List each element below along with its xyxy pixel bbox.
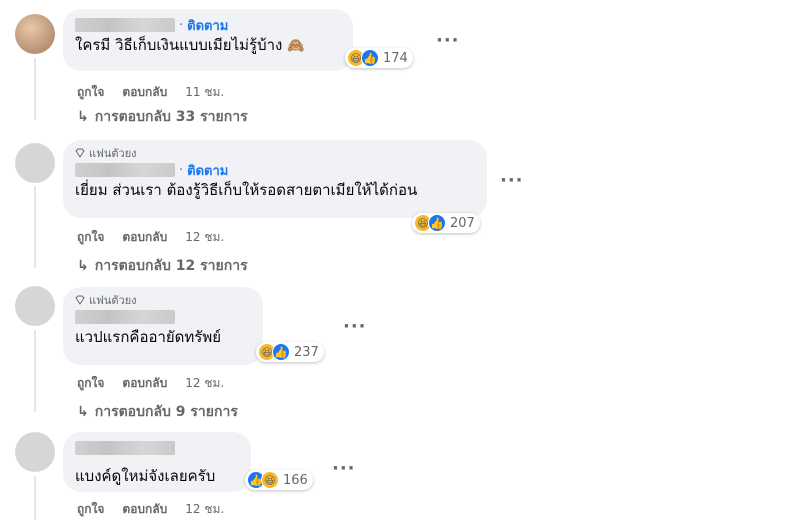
timestamp[interactable]: 12 ชม.	[185, 228, 224, 247]
author-name[interactable]	[75, 18, 175, 32]
reaction-count: 166	[283, 472, 308, 488]
avatar[interactable]	[15, 143, 55, 183]
like-reaction-icon: 👍	[428, 214, 446, 232]
comment-actions: ถูกใจ ตอบกลับ 11 ชม.	[77, 83, 224, 102]
more-options-icon[interactable]: ···	[332, 458, 356, 479]
avatar[interactable]	[15, 14, 55, 54]
comment-bubble: แฟนตัวยง · ติดตาม เยี่ยม ส่วนเรา ต้องรู้…	[63, 140, 487, 218]
reaction-summary[interactable]: 😆 👍 237	[256, 342, 324, 362]
top-fan-badge: แฟนตัวยง	[75, 146, 475, 160]
avatar[interactable]	[15, 286, 55, 326]
follow-button[interactable]: ติดตาม	[187, 160, 228, 181]
comment-text: แบงค์ดูใหม่จังเลยครับ	[75, 467, 216, 485]
timestamp[interactable]: 12 ชม.	[185, 500, 224, 519]
reaction-summary[interactable]: 😆 👍 207	[412, 213, 480, 233]
comment-actions: ถูกใจ ตอบกลับ 12 ชม.	[77, 374, 224, 393]
separator-dot: ·	[179, 17, 184, 33]
comment-text-body: ใครมี วิธีเก็บเงินแบบเมียไม่รู้บ้าง	[75, 36, 283, 54]
comment-text: แวปแรกคืออายัดทรัพย์	[75, 328, 222, 346]
thread-line	[34, 330, 36, 412]
comment-bubble: แบงค์ดูใหม่จังเลยครับ	[63, 432, 251, 492]
like-reaction-icon: 👍	[361, 49, 379, 67]
more-options-icon[interactable]: ···	[500, 170, 524, 191]
badge-label: แฟนตัวยง	[89, 147, 137, 160]
gem-icon	[75, 148, 85, 158]
replies-label: การตอบกลับ 12 รายการ	[94, 258, 248, 274]
like-button[interactable]: ถูกใจ	[77, 374, 104, 393]
timestamp[interactable]: 11 ชม.	[185, 83, 224, 102]
view-replies-button[interactable]: ↳ การตอบกลับ 9 รายการ	[77, 401, 238, 423]
haha-reaction-icon: 😆	[261, 471, 279, 489]
view-replies-button[interactable]: ↳ การตอบกลับ 12 รายการ	[77, 255, 248, 277]
reply-button[interactable]: ตอบกลับ	[122, 500, 167, 519]
thread-line	[34, 58, 36, 120]
gem-icon	[75, 295, 85, 305]
reply-button[interactable]: ตอบกลับ	[122, 374, 167, 393]
reaction-summary[interactable]: 😆 👍 174	[345, 48, 413, 68]
author-row	[75, 307, 251, 327]
reaction-count: 174	[383, 50, 408, 66]
like-reaction-icon: 👍	[272, 343, 290, 361]
reply-arrow-icon: ↳	[77, 404, 89, 420]
see-no-evil-emoji: 🙈	[287, 38, 305, 54]
author-name[interactable]	[75, 441, 175, 455]
reply-button[interactable]: ตอบกลับ	[122, 83, 167, 102]
author-row: · ติดตาม	[75, 160, 475, 180]
like-button[interactable]: ถูกใจ	[77, 83, 104, 102]
like-button[interactable]: ถูกใจ	[77, 500, 104, 519]
avatar[interactable]	[15, 432, 55, 472]
reply-arrow-icon: ↳	[77, 109, 89, 125]
comment-actions: ถูกใจ ตอบกลับ 12 ชม.	[77, 228, 224, 247]
author-row: · ติดตาม	[75, 15, 341, 35]
badge-label: แฟนตัวยง	[89, 294, 137, 307]
like-button[interactable]: ถูกใจ	[77, 228, 104, 247]
reaction-summary[interactable]: 👍 😆 166	[245, 470, 313, 490]
separator-dot: ·	[179, 162, 184, 178]
more-options-icon[interactable]: ···	[343, 316, 367, 337]
author-name[interactable]	[75, 163, 175, 177]
thread-line	[34, 186, 36, 268]
timestamp[interactable]: 12 ชม.	[185, 374, 224, 393]
comment-bubble: แฟนตัวยง แวปแรกคืออายัดทรัพย์	[63, 287, 263, 365]
comment-actions: ถูกใจ ตอบกลับ 12 ชม.	[77, 500, 224, 519]
comment-bubble: · ติดตาม ใครมี วิธีเก็บเงินแบบเมียไม่รู้…	[63, 9, 353, 71]
more-options-icon[interactable]: ···	[436, 30, 460, 51]
replies-label: การตอบกลับ 33 รายการ	[94, 109, 248, 125]
author-name[interactable]	[75, 310, 175, 324]
reply-button[interactable]: ตอบกลับ	[122, 228, 167, 247]
reply-arrow-icon: ↳	[77, 258, 89, 274]
comment-text: เยี่ยม ส่วนเรา ต้องรู้วิธีเก็บให้รอดสายต…	[75, 181, 418, 199]
thread-line	[34, 476, 36, 520]
author-row	[75, 438, 239, 458]
reaction-count: 237	[294, 344, 319, 360]
follow-button[interactable]: ติดตาม	[187, 15, 228, 36]
view-replies-button[interactable]: ↳ การตอบกลับ 33 รายการ	[77, 106, 248, 128]
top-fan-badge: แฟนตัวยง	[75, 293, 251, 307]
replies-label: การตอบกลับ 9 รายการ	[94, 404, 238, 420]
comment-text: ใครมี วิธีเก็บเงินแบบเมียไม่รู้บ้าง 🙈	[75, 35, 341, 56]
reaction-count: 207	[450, 215, 475, 231]
